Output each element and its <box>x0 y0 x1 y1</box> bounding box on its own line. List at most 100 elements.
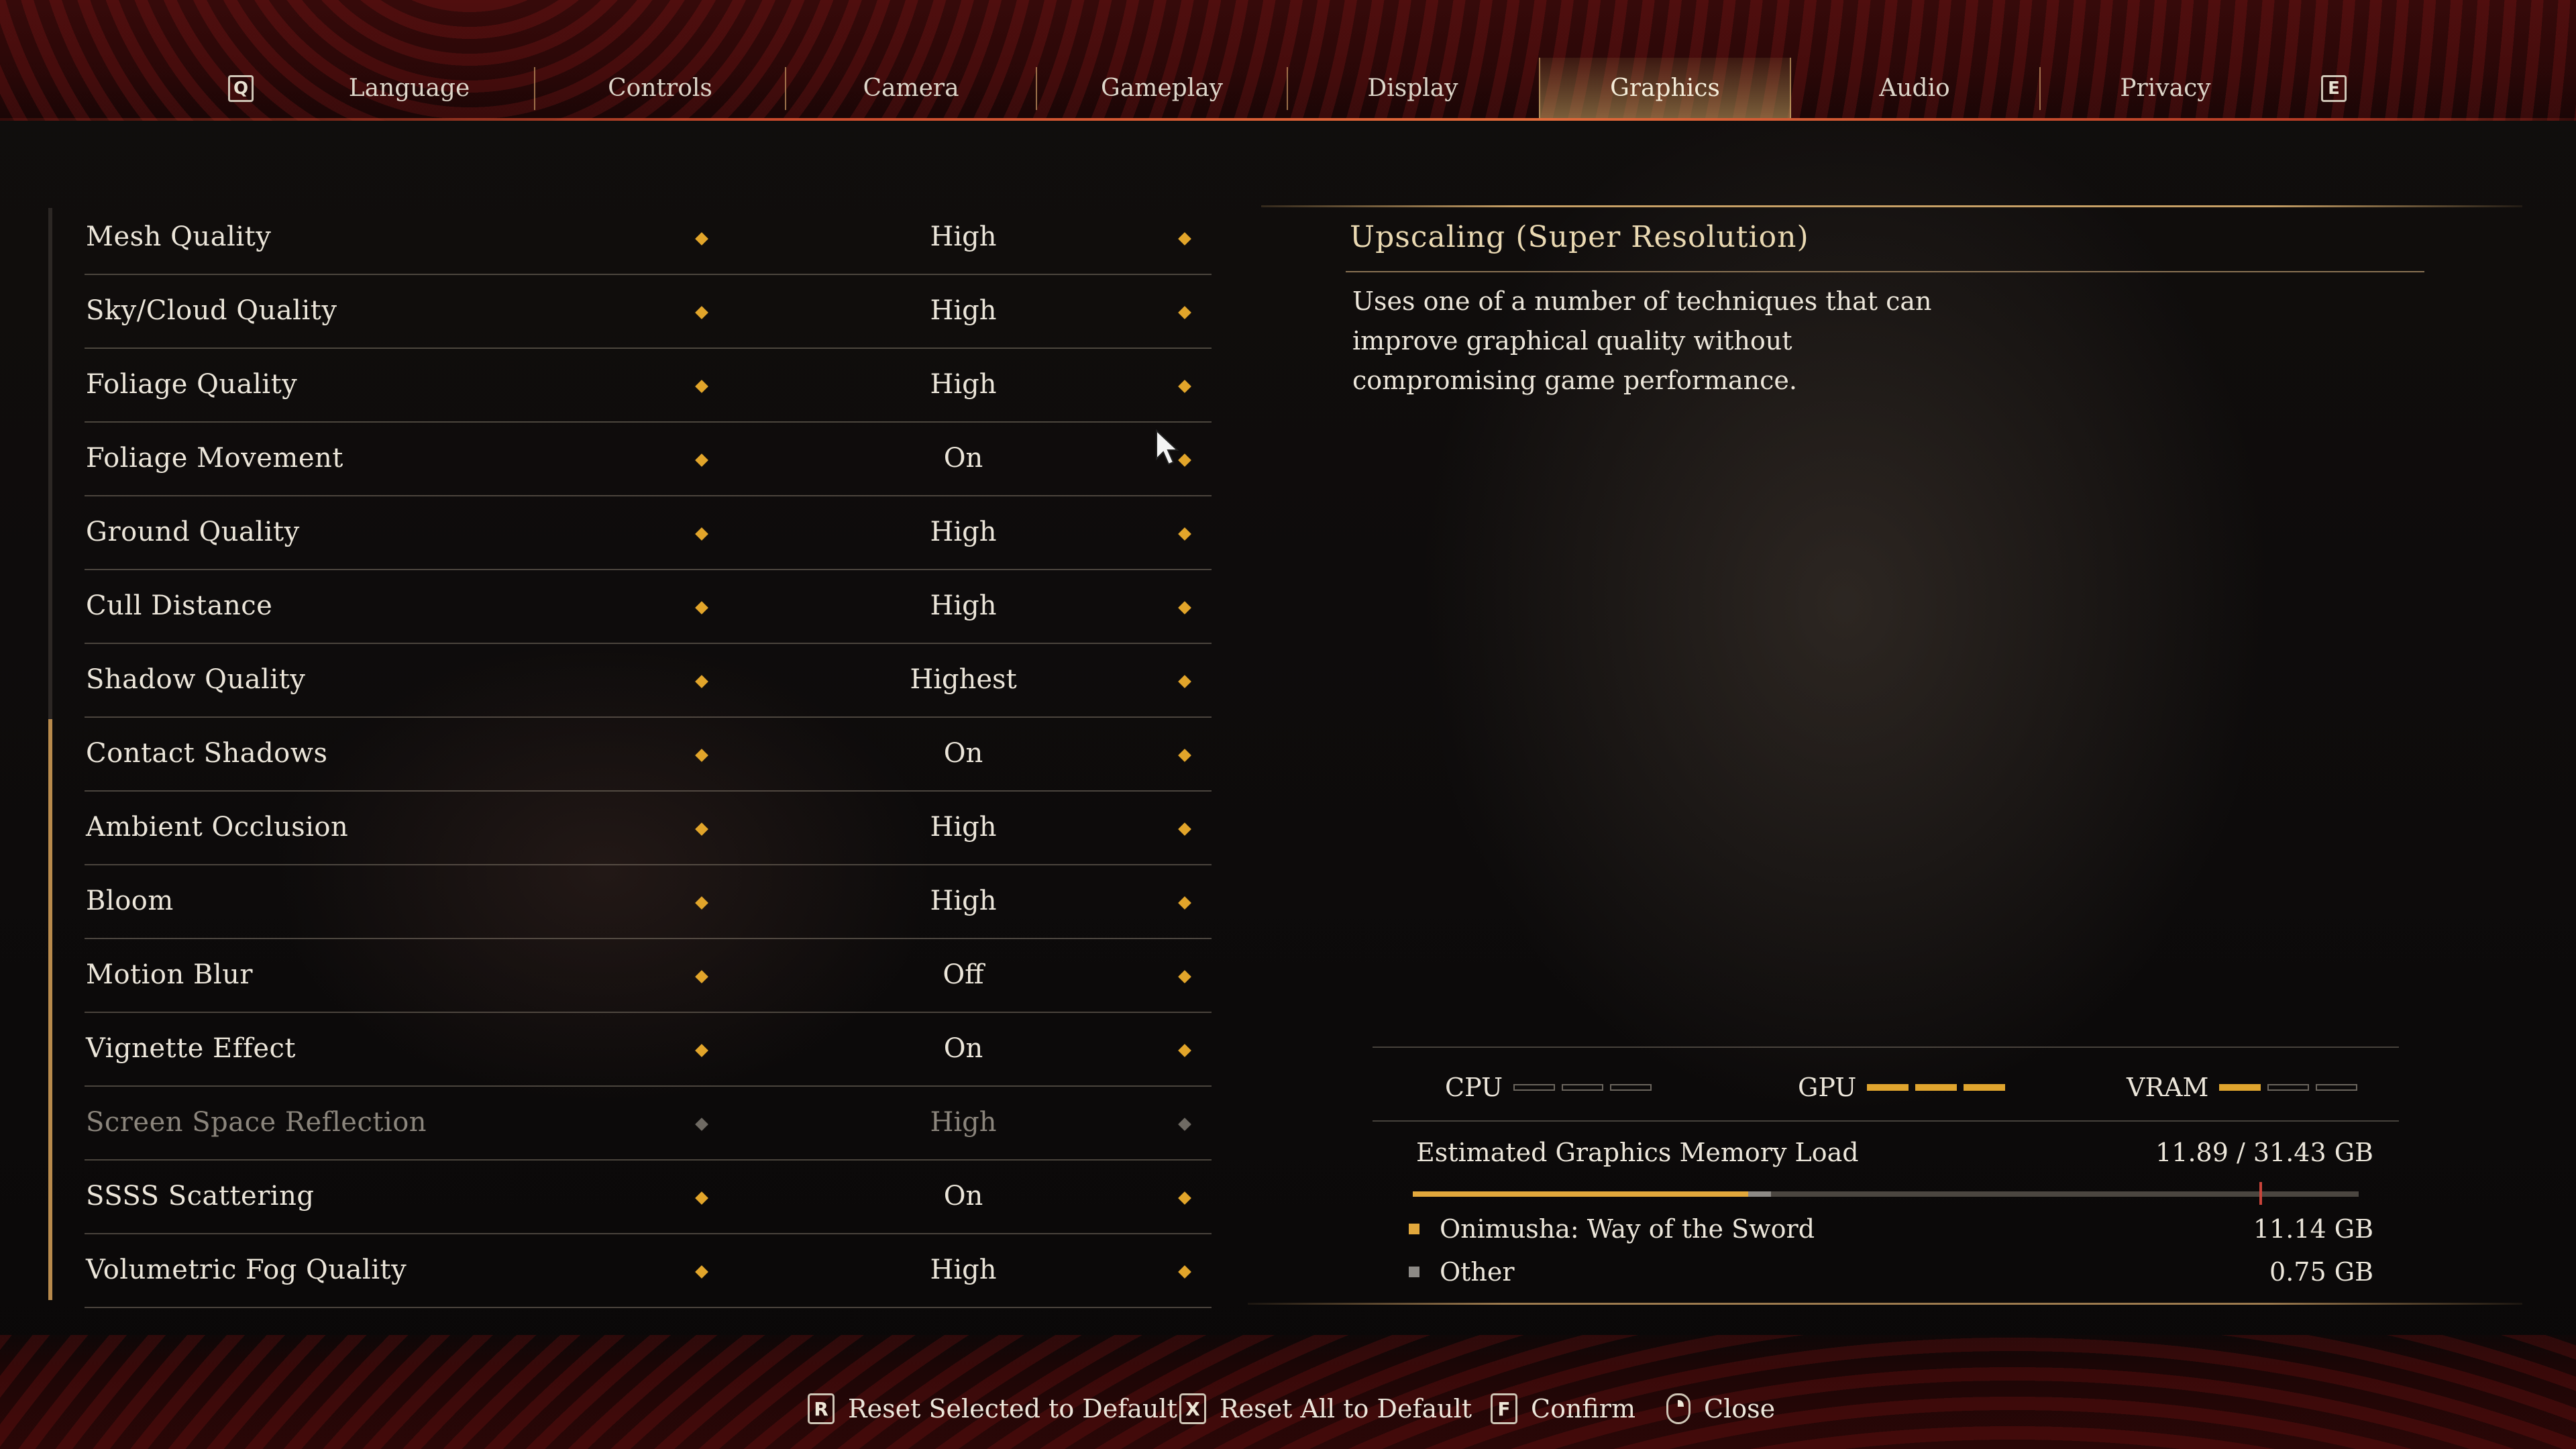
arrow-right-icon[interactable] <box>1178 527 1191 541</box>
setting-row-screen-space-reflection: Screen Space Reflection High <box>85 1087 1212 1161</box>
setting-row-volumetric-fog-quality[interactable]: Volumetric Fog Quality High <box>85 1234 1212 1308</box>
setting-row-motion-blur[interactable]: Motion Blur Off <box>85 939 1212 1013</box>
detail-title-divider <box>1346 271 2424 272</box>
memory-item-game: Onimusha: Way of the Sword <box>1409 1214 1815 1244</box>
arrow-left-icon[interactable] <box>695 896 708 910</box>
setting-row-foliage-movement[interactable]: Foliage Movement On <box>85 423 1212 496</box>
arrow-right-icon[interactable] <box>1178 970 1191 983</box>
setting-value: On <box>943 738 983 769</box>
setting-label: Bloom <box>86 885 174 916</box>
setting-row-mesh-quality[interactable]: Mesh Quality High <box>85 201 1212 275</box>
setting-row-cull-distance[interactable]: Cull Distance High <box>85 570 1212 644</box>
setting-value: High <box>930 590 997 621</box>
arrow-left-icon[interactable] <box>695 527 708 541</box>
memory-bar-other-fill <box>1748 1191 1771 1197</box>
detail-panel-rule <box>1261 205 2522 207</box>
cpu-load-meter: CPU <box>1445 1071 1658 1104</box>
arrow-right-icon[interactable] <box>1178 749 1191 762</box>
setting-value: On <box>943 1033 983 1064</box>
setting-label: Contact Shadows <box>86 738 328 769</box>
close-button[interactable]: Close <box>1666 1389 1775 1429</box>
cpu-segment <box>1610 1084 1652 1091</box>
prev-tab-key-icon[interactable]: Q <box>228 75 254 102</box>
key-f-icon: F <box>1491 1393 1517 1424</box>
setting-label: Shadow Quality <box>86 664 306 695</box>
arrow-right-icon[interactable] <box>1178 896 1191 910</box>
arrow-left-icon[interactable] <box>695 1044 708 1057</box>
setting-row-ambient-occlusion[interactable]: Ambient Occlusion High <box>85 792 1212 865</box>
arrow-left-icon[interactable] <box>695 749 708 762</box>
cpu-segment <box>1562 1084 1604 1091</box>
arrow-left-icon[interactable] <box>695 601 708 614</box>
detail-description: Uses one of a number of techniques that … <box>1352 286 1932 395</box>
graphics-settings-list: Mesh Quality High Sky/Cloud Quality High… <box>85 201 1212 1308</box>
memory-item-name: Other <box>1440 1257 1515 1287</box>
setting-label: Volumetric Fog Quality <box>86 1254 407 1285</box>
setting-label: Vignette Effect <box>86 1033 297 1064</box>
tab-audio[interactable]: Audio <box>1790 58 2039 118</box>
setting-value: High <box>930 1254 997 1285</box>
setting-row-sky-cloud-quality[interactable]: Sky/Cloud Quality High <box>85 275 1212 349</box>
setting-row-foliage-quality[interactable]: Foliage Quality High <box>85 349 1212 423</box>
setting-value: High <box>930 369 997 400</box>
vram-segment <box>2267 1084 2310 1091</box>
arrow-left-icon[interactable] <box>695 1265 708 1279</box>
setting-value: High <box>930 885 997 916</box>
cpu-label: CPU <box>1445 1073 1503 1102</box>
setting-value: On <box>943 443 983 474</box>
memory-item-other: Other <box>1409 1257 1515 1287</box>
gpu-load-meter: GPU <box>1798 1071 2012 1104</box>
arrow-right-icon[interactable] <box>1178 1044 1191 1057</box>
setting-label: Ground Quality <box>86 517 300 547</box>
arrow-left-icon[interactable] <box>695 306 708 319</box>
arrow-left-icon[interactable] <box>695 453 708 467</box>
reset-selected-button[interactable]: R Reset Selected to Default <box>808 1389 1177 1429</box>
arrow-right-icon[interactable] <box>1178 1265 1191 1279</box>
memory-load-bar <box>1413 1182 2359 1205</box>
setting-row-vignette-effect[interactable]: Vignette Effect On <box>85 1013 1212 1087</box>
arrow-right-icon[interactable] <box>1178 380 1191 393</box>
arrow-left-icon[interactable] <box>695 822 708 836</box>
memory-item-value: 0.75 GB <box>2269 1257 2373 1287</box>
arrow-left-icon[interactable] <box>695 970 708 983</box>
setting-value: On <box>943 1181 983 1212</box>
setting-row-bloom[interactable]: Bloom High <box>85 865 1212 939</box>
tab-gameplay[interactable]: Gameplay <box>1037 58 1287 118</box>
memory-load-total: 11.89 / 31.43 GB <box>2155 1138 2373 1167</box>
setting-value: High <box>930 295 997 326</box>
tab-graphics[interactable]: Graphics <box>1539 58 1791 118</box>
tab-language[interactable]: Language <box>284 58 534 118</box>
arrow-left-icon[interactable] <box>695 675 708 688</box>
detail-panel-bottom-rule <box>1248 1303 2522 1305</box>
mouse-right-click-icon <box>1666 1393 1690 1424</box>
arrow-right-icon[interactable] <box>1178 232 1191 246</box>
tab-privacy[interactable]: Privacy <box>2041 58 2290 118</box>
tab-display[interactable]: Display <box>1288 58 1538 118</box>
gpu-label: GPU <box>1798 1073 1857 1102</box>
vram-segment <box>2316 1084 2358 1091</box>
setting-value: High <box>930 517 997 547</box>
next-tab-key-icon[interactable]: E <box>2321 75 2347 102</box>
tab-controls[interactable]: Controls <box>535 58 785 118</box>
setting-row-contact-shadows[interactable]: Contact Shadows On <box>85 718 1212 792</box>
arrow-right-icon[interactable] <box>1178 306 1191 319</box>
arrow-right-icon[interactable] <box>1178 1191 1191 1205</box>
arrow-left-icon[interactable] <box>695 232 708 246</box>
arrow-right-icon[interactable] <box>1178 675 1191 688</box>
confirm-button[interactable]: F Confirm <box>1491 1389 1635 1429</box>
reset-all-button[interactable]: X Reset All to Default <box>1179 1389 1472 1429</box>
setting-row-shadow-quality[interactable]: Shadow Quality Highest <box>85 644 1212 718</box>
arrow-right-icon[interactable] <box>1178 601 1191 614</box>
tab-camera[interactable]: Camera <box>786 58 1036 118</box>
arrow-left-icon[interactable] <box>695 1191 708 1205</box>
memory-bar-game-fill <box>1413 1191 1748 1197</box>
setting-row-ground-quality[interactable]: Ground Quality High <box>85 496 1212 570</box>
gpu-segment <box>1867 1084 1909 1091</box>
scrollbar-thumb[interactable] <box>48 719 52 1300</box>
setting-row-ssss-scattering[interactable]: SSSS Scattering On <box>85 1161 1212 1234</box>
arrow-left-icon[interactable] <box>695 380 708 393</box>
arrow-left-icon <box>695 1118 708 1131</box>
arrow-right-icon <box>1178 1118 1191 1131</box>
memory-item-value: 11.14 GB <box>2253 1214 2373 1244</box>
arrow-right-icon[interactable] <box>1178 822 1191 836</box>
